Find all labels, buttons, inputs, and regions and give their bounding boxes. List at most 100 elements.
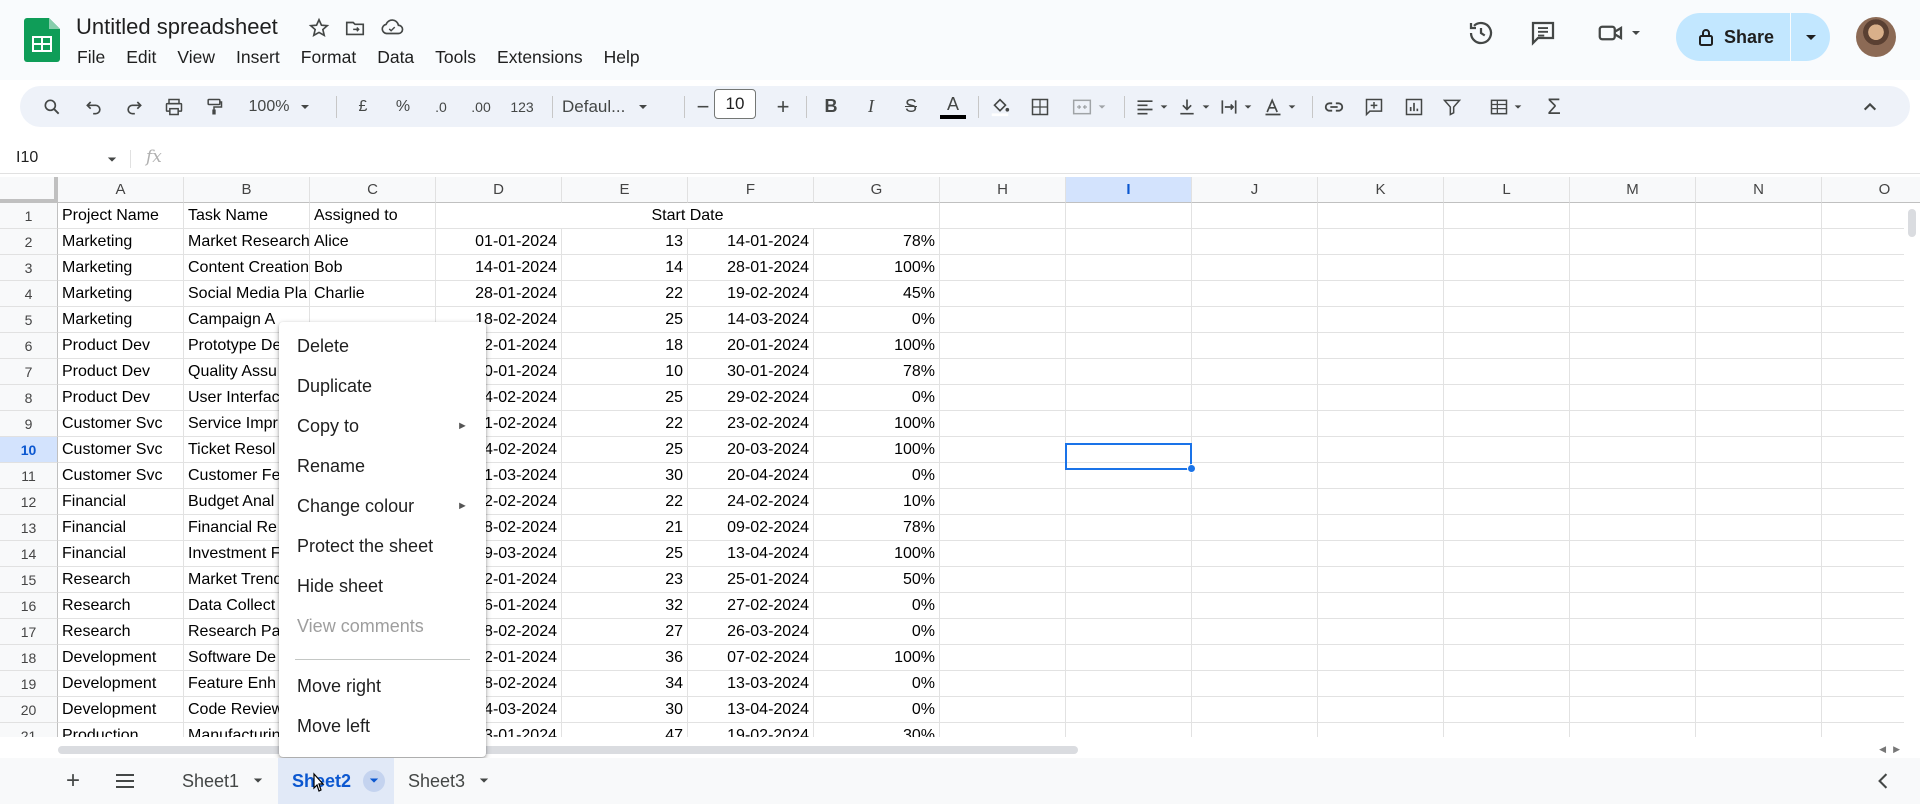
grid-cell[interactable] <box>1570 645 1696 671</box>
grid-cell[interactable] <box>1570 333 1696 359</box>
strikethrough-icon[interactable]: S <box>898 86 924 127</box>
cell-a-15[interactable]: Research <box>58 567 184 593</box>
text-wrapping-icon[interactable] <box>1214 86 1258 127</box>
grid-cell[interactable] <box>940 619 1066 645</box>
row-header-4[interactable]: 4 <box>0 281 58 307</box>
cell-a-4[interactable]: Marketing <box>58 281 184 307</box>
grid-cell[interactable] <box>1318 593 1444 619</box>
grid-cell[interactable] <box>1570 229 1696 255</box>
grid-cell[interactable] <box>1696 307 1822 333</box>
grid-cell[interactable] <box>1570 359 1696 385</box>
share-button[interactable]: Share <box>1676 13 1830 61</box>
menu-item-move-left[interactable]: Move left <box>297 716 370 737</box>
grid-cell[interactable] <box>1696 255 1822 281</box>
row-header-9[interactable]: 9 <box>0 411 58 437</box>
row-header-7[interactable]: 7 <box>0 359 58 385</box>
cell-a-18[interactable]: Development <box>58 645 184 671</box>
cell-g-6[interactable]: 100% <box>814 333 940 359</box>
row-header-17[interactable]: 17 <box>0 619 58 645</box>
grid-cell[interactable] <box>1192 385 1318 411</box>
grid-cell[interactable] <box>1318 515 1444 541</box>
cell-a-2[interactable]: Marketing <box>58 229 184 255</box>
row-header-18[interactable]: 18 <box>0 645 58 671</box>
column-header-m[interactable]: M <box>1570 177 1696 203</box>
menu-data[interactable]: Data <box>377 47 414 68</box>
cell-g-8[interactable]: 0% <box>814 385 940 411</box>
grid-cell[interactable] <box>1192 645 1318 671</box>
cell-f-10[interactable]: 20-03-2024 <box>688 437 814 463</box>
text-color-icon[interactable]: A <box>938 86 968 127</box>
cell-a-3[interactable]: Marketing <box>58 255 184 281</box>
grid-cell[interactable] <box>1192 697 1318 723</box>
paint-format-icon[interactable] <box>200 86 228 127</box>
grid-cell[interactable] <box>1318 697 1444 723</box>
row-header-12[interactable]: 12 <box>0 489 58 515</box>
grid-cell[interactable] <box>1192 359 1318 385</box>
grid-cell[interactable] <box>940 671 1066 697</box>
share-dropdown-icon[interactable] <box>1791 31 1830 43</box>
grid-cell[interactable] <box>940 697 1066 723</box>
grid-cell[interactable] <box>1696 203 1822 229</box>
grid-cell[interactable] <box>1444 281 1570 307</box>
grid-cell[interactable] <box>1066 281 1192 307</box>
menu-item-copy-to[interactable]: Copy to ► <box>297 416 468 437</box>
cell-b-2[interactable]: Market Research <box>184 229 310 255</box>
row-header-14[interactable]: 14 <box>0 541 58 567</box>
cell-d-2[interactable]: 01-01-2024 <box>436 229 562 255</box>
grid-cell[interactable] <box>1066 515 1192 541</box>
format-percent-button[interactable]: % <box>390 86 416 127</box>
menu-insert[interactable]: Insert <box>236 47 280 68</box>
grid-cell[interactable] <box>1066 697 1192 723</box>
grid-cell[interactable] <box>1444 385 1570 411</box>
sheet-tab-sheet3[interactable]: Sheet3 <box>396 758 501 804</box>
cell-f-21[interactable]: 19-02-2024 <box>688 723 814 737</box>
grid-cell[interactable] <box>1570 671 1696 697</box>
cell-e-8[interactable]: 25 <box>562 385 688 411</box>
cell-g-9[interactable]: 100% <box>814 411 940 437</box>
grid-cell[interactable] <box>1192 281 1318 307</box>
header-cell-a[interactable]: Project Name <box>58 203 184 229</box>
grid-cell[interactable] <box>1066 307 1192 333</box>
column-header-a[interactable]: A <box>58 177 184 203</box>
grid-cell[interactable] <box>1192 229 1318 255</box>
cell-c-3[interactable]: Bob <box>310 255 436 281</box>
formula-input[interactable] <box>176 146 1876 172</box>
fill-color-icon[interactable] <box>986 86 1014 127</box>
grid-cell[interactable] <box>1570 255 1696 281</box>
column-header-d[interactable]: D <box>436 177 562 203</box>
zoom-select[interactable]: 100% <box>240 86 320 127</box>
cell-a-13[interactable]: Financial <box>58 515 184 541</box>
cell-g-16[interactable]: 0% <box>814 593 940 619</box>
vertical-scroll-thumb[interactable] <box>1908 209 1916 237</box>
cell-f-20[interactable]: 13-04-2024 <box>688 697 814 723</box>
grid-cell[interactable] <box>1444 515 1570 541</box>
redo-icon[interactable] <box>120 86 148 127</box>
document-title[interactable]: Untitled spreadsheet <box>76 14 278 40</box>
grid-cell[interactable] <box>1444 333 1570 359</box>
cell-f-6[interactable]: 20-01-2024 <box>688 333 814 359</box>
grid-cell[interactable] <box>1318 619 1444 645</box>
column-header-o[interactable]: O <box>1822 177 1920 203</box>
name-box[interactable]: I10 <box>16 149 38 167</box>
menu-tools[interactable]: Tools <box>435 47 476 68</box>
cell-b-4[interactable]: Social Media Pla <box>184 281 310 307</box>
grid-cell[interactable] <box>1696 385 1822 411</box>
cell-g-18[interactable]: 100% <box>814 645 940 671</box>
select-all-corner[interactable] <box>0 177 58 203</box>
scroll-left-icon[interactable]: ◀ <box>1879 744 1886 755</box>
grid-cell[interactable] <box>1066 541 1192 567</box>
cell-e-21[interactable]: 47 <box>562 723 688 737</box>
cell-c-4[interactable]: Charlie <box>310 281 436 307</box>
cell-a-6[interactable]: Product Dev <box>58 333 184 359</box>
menu-edit[interactable]: Edit <box>126 47 156 68</box>
grid-cell[interactable] <box>1696 567 1822 593</box>
cell-f-15[interactable]: 25-01-2024 <box>688 567 814 593</box>
cell-e-17[interactable]: 27 <box>562 619 688 645</box>
grid-cell[interactable] <box>1192 593 1318 619</box>
grid-cell[interactable] <box>1696 359 1822 385</box>
grid-cell[interactable] <box>1570 593 1696 619</box>
functions-icon[interactable]: Σ <box>1540 86 1568 127</box>
grid-cell[interactable] <box>940 359 1066 385</box>
grid-cell[interactable] <box>1444 203 1570 229</box>
menu-help[interactable]: Help <box>604 47 640 68</box>
